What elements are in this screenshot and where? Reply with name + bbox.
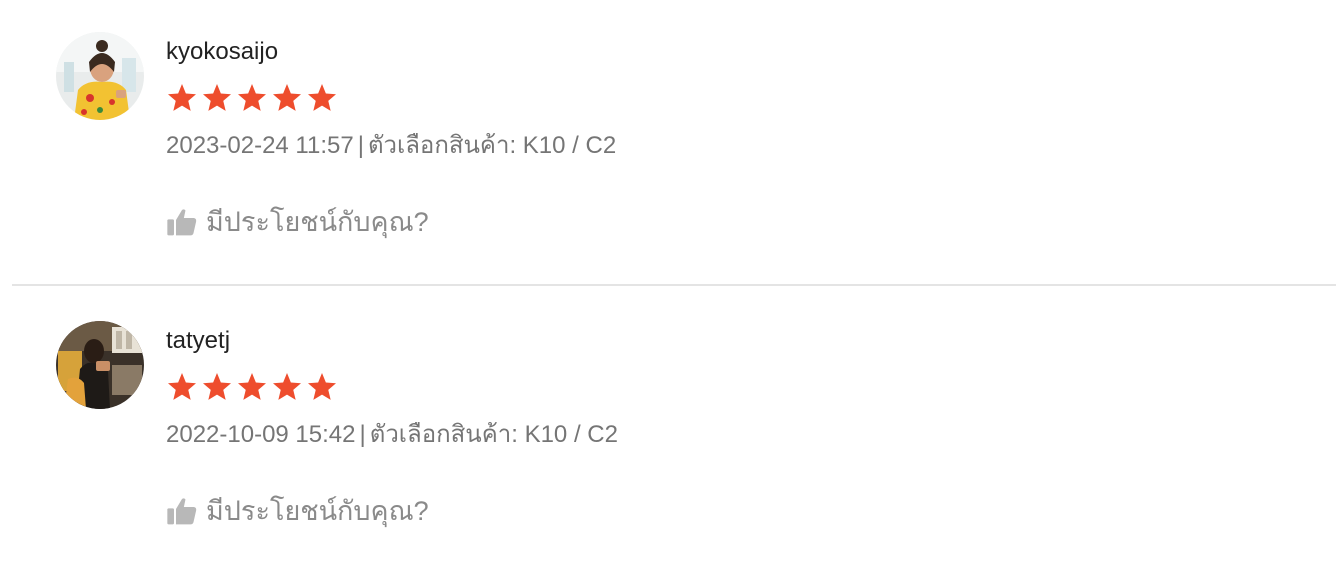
- star-icon: [308, 84, 336, 111]
- username[interactable]: kyokosaijo: [166, 38, 278, 66]
- meta-separator: |: [357, 132, 364, 159]
- star-icon: [168, 84, 196, 111]
- product-variation: ตัวเลือกสินค้า: K10 / C2: [369, 421, 618, 448]
- star-icon: [238, 84, 266, 111]
- helpful-button[interactable]: มีประโยชน์กับคุณ?: [166, 202, 429, 242]
- thumbs-up-icon: [167, 498, 197, 525]
- star-rating: [166, 371, 338, 403]
- review-meta: 2023-02-24 11:57 | ตัวเลือกสินค้า: K10 / C…: [166, 131, 616, 161]
- avatar[interactable]: [56, 321, 144, 409]
- helpful-label: มีประโยชน์กับคุณ?: [206, 496, 429, 526]
- helpful-button[interactable]: มีประโยชน์กับคุณ?: [166, 491, 429, 531]
- helpful-label: มีประโยชน์กับคุณ?: [206, 207, 429, 237]
- review-date: 2022-10-09 15:42: [166, 421, 356, 448]
- review-divider: [12, 284, 1336, 286]
- star-icon: [203, 84, 231, 111]
- username[interactable]: tatyetj: [166, 327, 230, 355]
- review-meta: 2022-10-09 15:42 | ตัวเลือกสินค้า: K10 / C…: [166, 420, 618, 450]
- review-item: tatyetj 2022-10-09 15:42 | ตัวเลือกสินค้า:…: [0, 289, 1336, 577]
- star-icon: [238, 373, 266, 400]
- star-icon: [273, 84, 301, 111]
- review-date: 2023-02-24 11:57: [166, 132, 354, 159]
- star-icon: [273, 373, 301, 400]
- star-icon: [168, 373, 196, 400]
- star-icon: [203, 373, 231, 400]
- review-item: kyokosaijo 2023-02-24 11:57 | ตัวเลือกสินค…: [0, 0, 1336, 288]
- star-icon: [308, 373, 336, 400]
- star-rating: [166, 82, 338, 114]
- thumbs-up-icon: [167, 209, 197, 236]
- avatar[interactable]: [56, 32, 144, 120]
- meta-separator: |: [359, 421, 366, 448]
- product-variation: ตัวเลือกสินค้า: K10 / C2: [367, 132, 617, 159]
